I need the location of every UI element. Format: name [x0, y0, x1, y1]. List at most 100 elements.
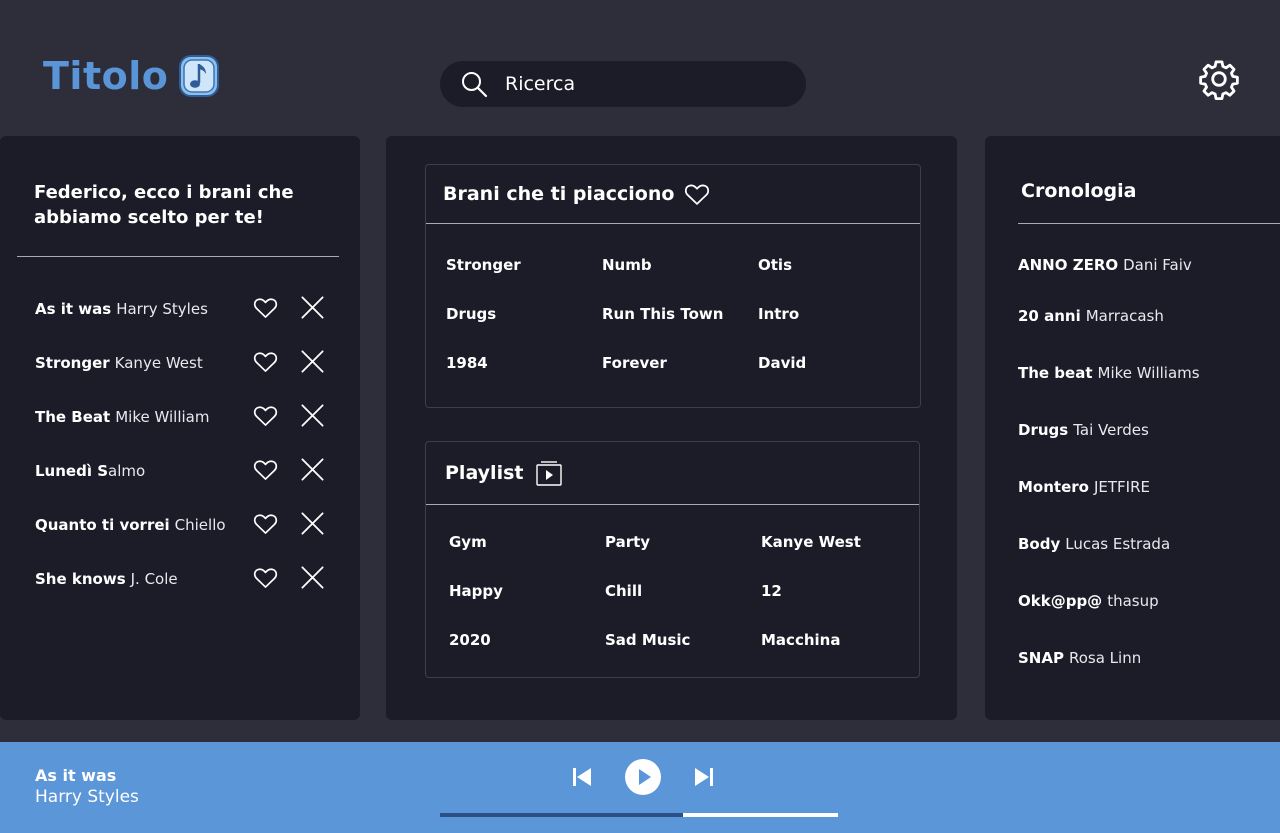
- song-artist: J. Cole: [130, 570, 178, 588]
- song-title: Okk@pp@: [1018, 592, 1103, 610]
- song-title: As it was: [35, 300, 112, 318]
- heart-icon[interactable]: [252, 348, 279, 375]
- liked-songs-box: Brani che ti piacciono Stronger Numb Oti…: [425, 164, 921, 408]
- gear-icon[interactable]: [1198, 58, 1240, 100]
- music-note-icon: [179, 55, 220, 97]
- song-artist: Kanye West: [114, 354, 203, 372]
- logo[interactable]: Titolo: [43, 54, 220, 98]
- song-artist: thasup: [1107, 592, 1159, 610]
- song-artist: Chiello: [174, 516, 226, 534]
- heart-icon[interactable]: [252, 510, 279, 537]
- liked-song[interactable]: Run This Town: [602, 305, 723, 323]
- recommendation-item[interactable]: Lunedì S almo: [35, 456, 330, 486]
- liked-songs-header: Brani che ti piacciono: [443, 180, 711, 208]
- play-icon[interactable]: [624, 758, 662, 796]
- song-title: ANNO ZERO: [1018, 256, 1119, 274]
- song-title: SNAP: [1018, 649, 1064, 667]
- now-playing-title: As it was: [35, 766, 117, 785]
- close-icon[interactable]: [299, 294, 326, 321]
- liked-songs-title: Brani che ti piacciono: [443, 183, 675, 205]
- liked-song[interactable]: Intro: [758, 305, 799, 323]
- song-artist: Mike Williams: [1097, 364, 1200, 382]
- recommendation-item[interactable]: Quanto ti vorrei Chiello: [35, 510, 330, 540]
- recommendation-item[interactable]: As it was Harry Styles: [35, 294, 330, 324]
- recommendations-title: Federico, ecco i brani che abbiamo scelt…: [34, 182, 294, 228]
- close-icon[interactable]: [299, 456, 326, 483]
- song-title: The beat: [1018, 364, 1093, 382]
- playlists-header: Playlist: [445, 459, 563, 487]
- history-item[interactable]: Montero JETFIRE: [1018, 478, 1150, 496]
- heart-icon[interactable]: [252, 402, 279, 429]
- history-item[interactable]: 20 anni Marracash: [1018, 307, 1164, 325]
- playlist-item[interactable]: 2020: [449, 631, 491, 649]
- liked-song[interactable]: Drugs: [446, 305, 496, 323]
- heart-icon[interactable]: [683, 180, 711, 208]
- song-title: Lunedì S: [35, 462, 108, 480]
- search-bar[interactable]: [440, 61, 806, 107]
- search-input[interactable]: [505, 73, 785, 95]
- playlist-item[interactable]: Party: [605, 533, 650, 551]
- close-icon[interactable]: [299, 402, 326, 429]
- close-icon[interactable]: [299, 564, 326, 591]
- item-actions: [252, 294, 326, 321]
- heart-icon[interactable]: [252, 294, 279, 321]
- history-item[interactable]: SNAP Rosa Linn: [1018, 649, 1141, 667]
- song-title: 20 anni: [1018, 307, 1081, 325]
- playlist-item[interactable]: Happy: [449, 582, 503, 600]
- song-artist: Rosa Linn: [1068, 649, 1142, 667]
- item-actions: [252, 564, 326, 591]
- liked-song[interactable]: Numb: [602, 256, 652, 274]
- playlist-item[interactable]: Chill: [605, 582, 642, 600]
- liked-song[interactable]: Stronger: [446, 256, 521, 274]
- recommendation-item[interactable]: The Beat Mike William: [35, 402, 330, 432]
- item-actions: [252, 348, 326, 375]
- divider: [17, 256, 339, 257]
- item-actions: [252, 456, 326, 483]
- song-artist: Mike William: [115, 408, 210, 426]
- playlist-item[interactable]: Macchina: [761, 631, 840, 649]
- history-panel: Cronologia ANNO ZERO Dani Faiv 20 anni Mar…: [985, 136, 1280, 720]
- now-playing-artist: Harry Styles: [35, 787, 139, 807]
- item-actions: [252, 510, 326, 537]
- liked-song[interactable]: 1984: [446, 354, 488, 372]
- logo-text: Titolo: [43, 54, 169, 98]
- liked-song[interactable]: Forever: [602, 354, 667, 372]
- heart-icon[interactable]: [252, 456, 279, 483]
- playlist-item[interactable]: Sad Music: [605, 631, 690, 649]
- song-artist: Dani Faiv: [1123, 256, 1192, 274]
- history-item[interactable]: Body Lucas Estrada: [1018, 535, 1170, 553]
- playlist-item[interactable]: Kanye West: [761, 533, 861, 551]
- song-title: She knows: [35, 570, 126, 588]
- skip-previous-icon[interactable]: [571, 766, 593, 788]
- history-item[interactable]: The beat Mike Williams: [1018, 364, 1200, 382]
- player-bar: As it was Harry Styles: [0, 742, 1280, 833]
- history-item[interactable]: Drugs Tai Verdes: [1018, 421, 1149, 439]
- search-icon: [462, 72, 488, 98]
- library-panel: Brani che ti piacciono Stronger Numb Oti…: [386, 136, 957, 720]
- playlists-title: Playlist: [445, 462, 524, 484]
- history-item[interactable]: Okk@pp@ thasup: [1018, 592, 1159, 610]
- close-icon[interactable]: [299, 348, 326, 375]
- song-artist: Lucas Estrada: [1065, 535, 1171, 553]
- history-item[interactable]: ANNO ZERO Dani Faiv: [1018, 256, 1192, 274]
- song-artist: JETFIRE: [1093, 478, 1150, 496]
- playlist-item[interactable]: 12: [761, 582, 782, 600]
- heart-icon[interactable]: [252, 564, 279, 591]
- history-title: Cronologia: [1021, 180, 1137, 202]
- song-title: Stronger: [35, 354, 110, 372]
- playlist-item[interactable]: Gym: [449, 533, 487, 551]
- close-icon[interactable]: [299, 510, 326, 537]
- skip-next-icon[interactable]: [693, 766, 715, 788]
- recommendation-item[interactable]: Stronger Kanye West: [35, 348, 330, 378]
- liked-song[interactable]: Otis: [758, 256, 792, 274]
- song-title: Body: [1018, 535, 1061, 553]
- liked-song[interactable]: David: [758, 354, 806, 372]
- divider: [426, 504, 919, 505]
- play-box-icon[interactable]: [535, 459, 563, 487]
- recommendations-panel: Federico, ecco i brani che abbiamo scelt…: [0, 136, 360, 720]
- progress-bar[interactable]: [440, 813, 838, 817]
- song-artist: almo: [108, 462, 146, 480]
- song-artist: Tai Verdes: [1073, 421, 1149, 439]
- recommendation-item[interactable]: She knows J. Cole: [35, 564, 330, 594]
- song-artist: Marracash: [1085, 307, 1164, 325]
